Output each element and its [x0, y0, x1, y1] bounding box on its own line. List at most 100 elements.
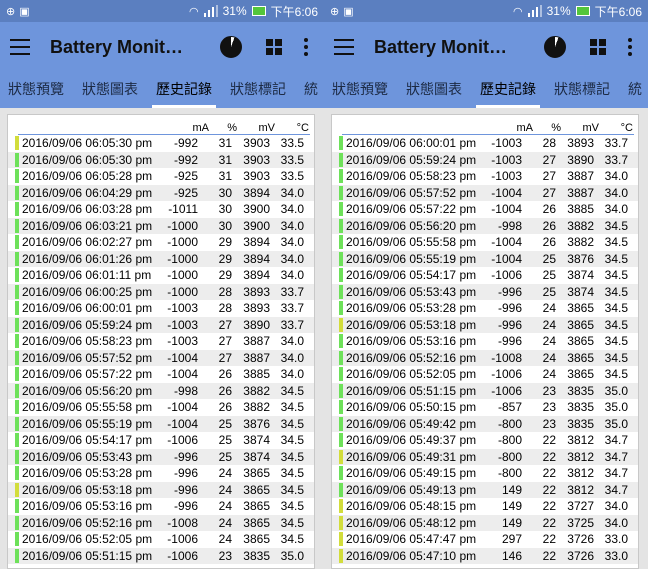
table-row[interactable]: 2016/09/06 06:03:21 pm -1000 30 3900 34.0 [8, 217, 314, 234]
table-row[interactable]: 2016/09/06 05:49:42 pm -800 23 3835 35.0 [332, 415, 638, 432]
table-row[interactable]: 2016/09/06 05:57:52 pm -1004 27 3887 34.0 [8, 349, 314, 366]
table-row[interactable]: 2016/09/06 05:57:52 pm -1004 27 3887 34.0 [332, 184, 638, 201]
table-row[interactable]: 2016/09/06 05:53:16 pm -996 24 3865 34.5 [8, 498, 314, 515]
row-status-marker [339, 136, 343, 151]
menu-icon[interactable] [334, 39, 354, 55]
cell-mv: 3885 [567, 202, 594, 217]
cell-percent: 25 [218, 416, 232, 431]
pie-chart-icon[interactable] [544, 36, 566, 58]
cell-percent: 23 [218, 548, 232, 563]
table-row[interactable]: 2016/09/06 05:56:20 pm -998 26 3882 34.5 [332, 217, 638, 234]
table-row[interactable]: 2016/09/06 05:53:28 pm -996 24 3865 34.5 [332, 300, 638, 317]
table-row[interactable]: 2016/09/06 05:51:15 pm -1006 23 3835 35.0 [8, 547, 314, 564]
table-row[interactable]: 2016/09/06 05:51:15 pm -1006 23 3835 35.0 [332, 382, 638, 399]
table-row[interactable]: 2016/09/06 05:54:17 pm -1006 25 3874 34.5 [332, 267, 638, 284]
table-row[interactable]: 2016/09/06 05:47:47 pm 297 22 3726 33.0 [332, 531, 638, 548]
table-row[interactable]: 2016/09/06 05:49:31 pm -800 22 3812 34.7 [332, 448, 638, 465]
table-row[interactable]: 2016/09/06 06:00:01 pm -1003 28 3893 33.7 [8, 300, 314, 317]
table-row[interactable]: 2016/09/06 05:59:24 pm -1003 27 3890 33.7 [8, 316, 314, 333]
cell-ma: -1006 [167, 532, 198, 547]
overflow-menu-icon[interactable] [628, 38, 632, 56]
table-row[interactable]: 2016/09/06 05:49:13 pm 149 22 3812 34.7 [332, 481, 638, 498]
table-row[interactable]: 2016/09/06 05:53:28 pm -996 24 3865 34.5 [8, 465, 314, 482]
table-row[interactable]: 2016/09/06 06:00:25 pm -1000 28 3893 33.7 [8, 283, 314, 300]
table-row[interactable]: 2016/09/06 05:58:23 pm -1003 27 3887 34.0 [8, 333, 314, 350]
cell-mv: 3835 [243, 548, 270, 563]
cell-temp: 34.5 [604, 317, 628, 332]
table-row[interactable]: 2016/09/06 06:05:30 pm -992 31 3903 33.5 [8, 135, 314, 152]
history-table[interactable]: mA % mV °C 2016/09/06 06:00:01 pm -1003 28… [331, 114, 639, 569]
table-row[interactable]: 2016/09/06 05:55:19 pm -1004 25 3876 34.5 [8, 415, 314, 432]
cell-percent: 22 [542, 433, 556, 448]
cell-ma: -1006 [491, 268, 522, 283]
table-row[interactable]: 2016/09/06 05:55:19 pm -1004 25 3876 34.5 [332, 250, 638, 267]
table-row[interactable]: 2016/09/06 05:50:15 pm -857 23 3835 35.0 [332, 399, 638, 416]
table-row[interactable]: 2016/09/06 05:52:16 pm -1008 24 3865 34.5 [332, 349, 638, 366]
cell-mv: 3865 [567, 317, 594, 332]
tab-1[interactable]: 狀態圖表 [82, 79, 138, 108]
cell-temp: 34.0 [604, 202, 628, 217]
table-row[interactable]: 2016/09/06 05:52:05 pm -1006 24 3865 34.5 [332, 366, 638, 383]
cell-timestamp: 2016/09/06 05:53:16 pm [346, 334, 477, 349]
cell-ma: -1000 [167, 218, 198, 233]
table-row[interactable]: 2016/09/06 05:48:12 pm 149 22 3725 34.0 [332, 514, 638, 531]
widget-grid-icon[interactable] [266, 39, 282, 55]
tab-3[interactable]: 狀態標記 [554, 79, 610, 108]
row-status-marker [339, 202, 343, 217]
cell-temp: 33.5 [280, 169, 304, 184]
tab-2[interactable]: 歷史記錄 [476, 79, 540, 108]
table-row[interactable]: 2016/09/06 06:02:27 pm -1000 29 3894 34.0 [8, 234, 314, 251]
table-row[interactable]: 2016/09/06 05:48:15 pm 149 22 3727 34.0 [332, 498, 638, 515]
cell-ma: 146 [501, 548, 522, 563]
cell-timestamp: 2016/09/06 05:58:23 pm [346, 169, 477, 184]
overflow-menu-icon[interactable] [304, 38, 308, 56]
menu-icon[interactable] [10, 39, 30, 55]
table-row[interactable]: 2016/09/06 05:55:58 pm -1004 26 3882 34.5 [8, 399, 314, 416]
cell-timestamp: 2016/09/06 06:04:29 pm [22, 185, 153, 200]
cell-ma: -1006 [491, 367, 522, 382]
cell-ma: -1004 [491, 185, 522, 200]
table-row[interactable]: 2016/09/06 06:05:28 pm -925 31 3903 33.5 [8, 168, 314, 185]
cell-temp: 34.5 [280, 532, 304, 547]
tab-4[interactable]: 統 [304, 79, 318, 108]
table-row[interactable]: 2016/09/06 05:58:23 pm -1003 27 3887 34.0 [332, 168, 638, 185]
table-row[interactable]: 2016/09/06 06:00:01 pm -1003 28 3893 33.7 [332, 135, 638, 152]
tab-1[interactable]: 狀態圖表 [406, 79, 462, 108]
table-row[interactable]: 2016/09/06 05:53:16 pm -996 24 3865 34.5 [332, 333, 638, 350]
tab-0[interactable]: 狀態預覽 [332, 79, 388, 108]
widget-grid-icon[interactable] [590, 39, 606, 55]
tab-2[interactable]: 歷史記錄 [152, 79, 216, 108]
table-row[interactable]: 2016/09/06 06:01:11 pm -1000 29 3894 34.0 [8, 267, 314, 284]
cell-ma: -800 [497, 416, 522, 431]
cell-ma: -996 [497, 301, 522, 316]
table-row[interactable]: 2016/09/06 05:57:22 pm -1004 26 3885 34.0 [8, 366, 314, 383]
table-row[interactable]: 2016/09/06 05:53:43 pm -996 25 3874 34.5 [8, 448, 314, 465]
history-table[interactable]: mA % mV °C 2016/09/06 06:05:30 pm -992 31 3… [7, 114, 315, 569]
table-row[interactable]: 2016/09/06 06:01:26 pm -1000 29 3894 34.0 [8, 250, 314, 267]
tab-4[interactable]: 統 [628, 79, 642, 108]
table-row[interactable]: 2016/09/06 05:49:15 pm -800 22 3812 34.7 [332, 465, 638, 482]
table-row[interactable]: 2016/09/06 05:57:22 pm -1004 26 3885 34.0 [332, 201, 638, 218]
table-row[interactable]: 2016/09/06 05:47:10 pm 146 22 3726 33.0 [332, 547, 638, 564]
table-row[interactable]: 2016/09/06 06:04:29 pm -925 30 3894 34.0 [8, 184, 314, 201]
table-row[interactable]: 2016/09/06 06:03:28 pm -1011 30 3900 34.0 [8, 201, 314, 218]
tab-0[interactable]: 狀態預覽 [8, 79, 64, 108]
table-row[interactable]: 2016/09/06 06:05:30 pm -992 31 3903 33.5 [8, 151, 314, 168]
cell-timestamp: 2016/09/06 05:59:24 pm [22, 317, 153, 332]
table-row[interactable]: 2016/09/06 05:52:05 pm -1006 24 3865 34.5 [8, 531, 314, 548]
status-bar: ⊕ ▣ ◠ 31% 下午6:06 [0, 0, 324, 22]
cell-ma: -1004 [167, 367, 198, 382]
table-row[interactable]: 2016/09/06 05:52:16 pm -1008 24 3865 34.5 [8, 514, 314, 531]
table-row[interactable]: 2016/09/06 05:55:58 pm -1004 26 3882 34.5 [332, 234, 638, 251]
table-row[interactable]: 2016/09/06 05:54:17 pm -1006 25 3874 34.5 [8, 432, 314, 449]
table-row[interactable]: 2016/09/06 05:53:18 pm -996 24 3865 34.5 [332, 316, 638, 333]
table-row[interactable]: 2016/09/06 05:59:24 pm -1003 27 3890 33.7 [332, 151, 638, 168]
table-row[interactable]: 2016/09/06 05:53:43 pm -996 25 3874 34.5 [332, 283, 638, 300]
table-row[interactable]: 2016/09/06 05:56:20 pm -998 26 3882 34.5 [8, 382, 314, 399]
cell-timestamp: 2016/09/06 05:49:42 pm [346, 416, 477, 431]
pie-chart-icon[interactable] [220, 36, 242, 58]
header-mv: mV [258, 122, 276, 134]
tab-3[interactable]: 狀態標記 [230, 79, 286, 108]
table-row[interactable]: 2016/09/06 05:53:18 pm -996 24 3865 34.5 [8, 481, 314, 498]
table-row[interactable]: 2016/09/06 05:49:37 pm -800 22 3812 34.7 [332, 432, 638, 449]
